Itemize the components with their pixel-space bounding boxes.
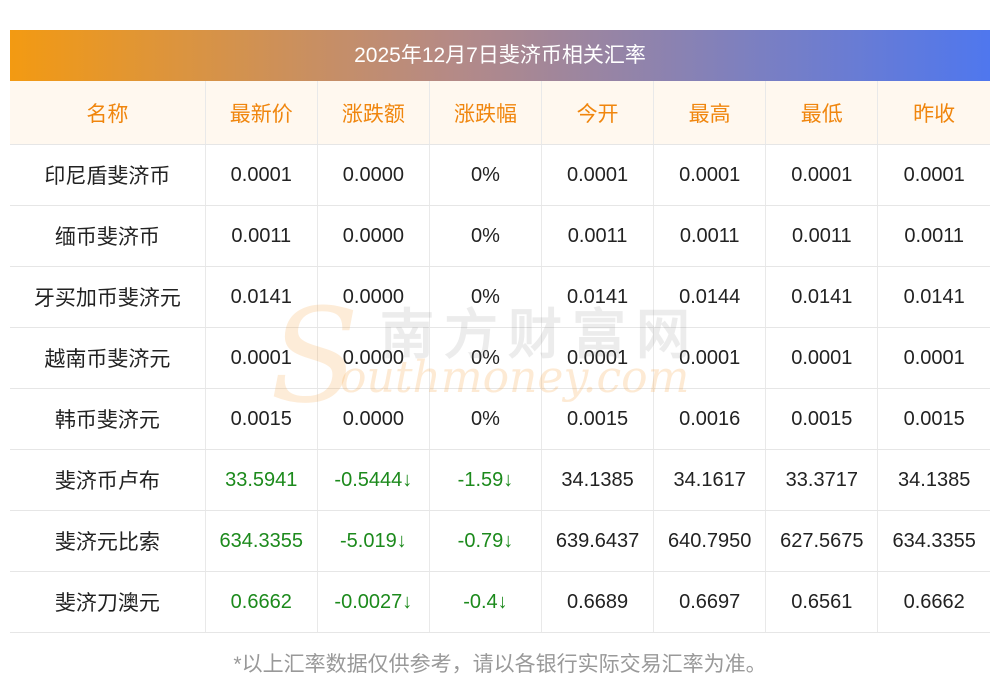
- cell-high: 0.0144: [653, 266, 767, 328]
- cell-change: 0.0000: [317, 388, 430, 450]
- cell-low: 0.0001: [765, 327, 879, 389]
- row-name: 越南币斐济元: [10, 327, 206, 389]
- cell-high: 34.1617: [653, 449, 767, 511]
- table-row: 越南币斐济元 0.0001 0.0000 0% 0.0001 0.0001 0.0001 0.…: [10, 327, 990, 389]
- cell-latest: 0.0001: [205, 144, 318, 206]
- cell-change: 0.0000: [317, 144, 430, 206]
- cell-change-pct: -0.4↓: [429, 571, 543, 633]
- header-high: 最高: [653, 81, 767, 145]
- cell-high: 640.7950: [653, 510, 767, 572]
- cell-change-pct: -0.79↓: [429, 510, 543, 572]
- cell-change: 0.0000: [317, 266, 430, 328]
- cell-change: -0.5444↓: [317, 449, 430, 511]
- cell-change-pct: 0%: [429, 144, 543, 206]
- footnote: *以上汇率数据仅供参考，请以各银行实际交易汇率为准。: [233, 653, 767, 676]
- cell-high: 0.0016: [653, 388, 767, 450]
- header-change: 涨跌额: [317, 81, 430, 145]
- cell-prev-close: 0.0001: [877, 327, 990, 389]
- header-low: 最低: [765, 81, 879, 145]
- cell-prev-close: 0.0001: [877, 144, 990, 206]
- cell-low: 0.6561: [765, 571, 879, 633]
- cell-low: 0.0011: [765, 205, 879, 267]
- table-row: 印尼盾斐济币 0.0001 0.0000 0% 0.0001 0.0001 0.0001 0.…: [10, 144, 990, 206]
- cell-change: -5.019↓: [317, 510, 430, 572]
- cell-latest: 0.0001: [205, 327, 318, 389]
- table-row: 缅币斐济币 0.0011 0.0000 0% 0.0011 0.0011 0.0011 0.0…: [10, 205, 990, 267]
- table-title: 2025年12月7日斐济币相关汇率: [10, 30, 990, 81]
- cell-open: 0.0011: [541, 205, 655, 267]
- cell-open: 0.0015: [541, 388, 655, 450]
- cell-high: 0.0011: [653, 205, 767, 267]
- header-name: 名称: [10, 81, 206, 145]
- table-row: 斐济刀澳元 0.6662 -0.0027↓ -0.4↓ 0.6689 0.6697 0.65…: [10, 571, 990, 633]
- cell-change-pct: 0%: [429, 266, 543, 328]
- header-open: 今开: [541, 81, 655, 145]
- cell-open: 34.1385: [541, 449, 655, 511]
- cell-open: 0.6689: [541, 571, 655, 633]
- cell-change-pct: 0%: [429, 388, 543, 450]
- cell-low: 0.0001: [765, 144, 879, 206]
- cell-change: 0.0000: [317, 205, 430, 267]
- header-change-pct: 涨跌幅: [429, 81, 543, 145]
- cell-open: 0.0001: [541, 144, 655, 206]
- cell-prev-close: 0.0011: [877, 205, 990, 267]
- cell-latest: 0.6662: [205, 571, 318, 633]
- table-row: 韩币斐济元 0.0015 0.0000 0% 0.0015 0.0016 0.0015 0.0…: [10, 388, 990, 450]
- row-name: 斐济元比索: [10, 510, 206, 572]
- rate-table: 名称 最新价 涨跌额 涨跌幅 今开 最高 最低 昨收 印尼盾斐济币 0.0001 0…: [10, 81, 990, 633]
- row-name: 缅币斐济币: [10, 205, 206, 267]
- header-prev-close: 昨收: [877, 81, 990, 145]
- cell-latest: 0.0011: [205, 205, 318, 267]
- cell-low: 0.0015: [765, 388, 879, 450]
- cell-latest: 33.5941: [205, 449, 318, 511]
- cell-prev-close: 634.3355: [877, 510, 990, 572]
- cell-prev-close: 0.0141: [877, 266, 990, 328]
- cell-change-pct: 0%: [429, 205, 543, 267]
- cell-low: 0.0141: [765, 266, 879, 328]
- cell-change-pct: 0%: [429, 327, 543, 389]
- row-name: 斐济刀澳元: [10, 571, 206, 633]
- cell-prev-close: 34.1385: [877, 449, 990, 511]
- table-row: 斐济币卢布 33.5941 -0.5444↓ -1.59↓ 34.1385 34.1617…: [10, 449, 990, 511]
- cell-high: 0.6697: [653, 571, 767, 633]
- row-name: 印尼盾斐济币: [10, 144, 206, 206]
- table-row: 牙买加币斐济元 0.0141 0.0000 0% 0.0141 0.0144 0.0141 0…: [10, 266, 990, 328]
- header-row: 名称 最新价 涨跌额 涨跌幅 今开 最高 最低 昨收: [10, 81, 990, 145]
- cell-low: 33.3717: [765, 449, 879, 511]
- cell-open: 0.0141: [541, 266, 655, 328]
- rate-table-card: 2025年12月7日斐济币相关汇率 名称 最新价 涨跌额 涨跌幅 今开 最高 最…: [10, 30, 990, 633]
- cell-open: 639.6437: [541, 510, 655, 572]
- cell-change: 0.0000: [317, 327, 430, 389]
- row-name: 斐济币卢布: [10, 449, 206, 511]
- cell-change: -0.0027↓: [317, 571, 430, 633]
- cell-latest: 0.0015: [205, 388, 318, 450]
- row-name: 韩币斐济元: [10, 388, 206, 450]
- cell-low: 627.5675: [765, 510, 879, 572]
- row-name: 牙买加币斐济元: [10, 266, 206, 328]
- cell-change-pct: -1.59↓: [429, 449, 543, 511]
- cell-latest: 634.3355: [205, 510, 318, 572]
- table-row: 斐济元比索 634.3355 -5.019↓ -0.79↓ 639.6437 640.79…: [10, 510, 990, 572]
- cell-latest: 0.0141: [205, 266, 318, 328]
- cell-high: 0.0001: [653, 327, 767, 389]
- cell-prev-close: 0.0015: [877, 388, 990, 450]
- cell-open: 0.0001: [541, 327, 655, 389]
- header-latest: 最新价: [205, 81, 318, 145]
- cell-high: 0.0001: [653, 144, 767, 206]
- cell-prev-close: 0.6662: [877, 571, 990, 633]
